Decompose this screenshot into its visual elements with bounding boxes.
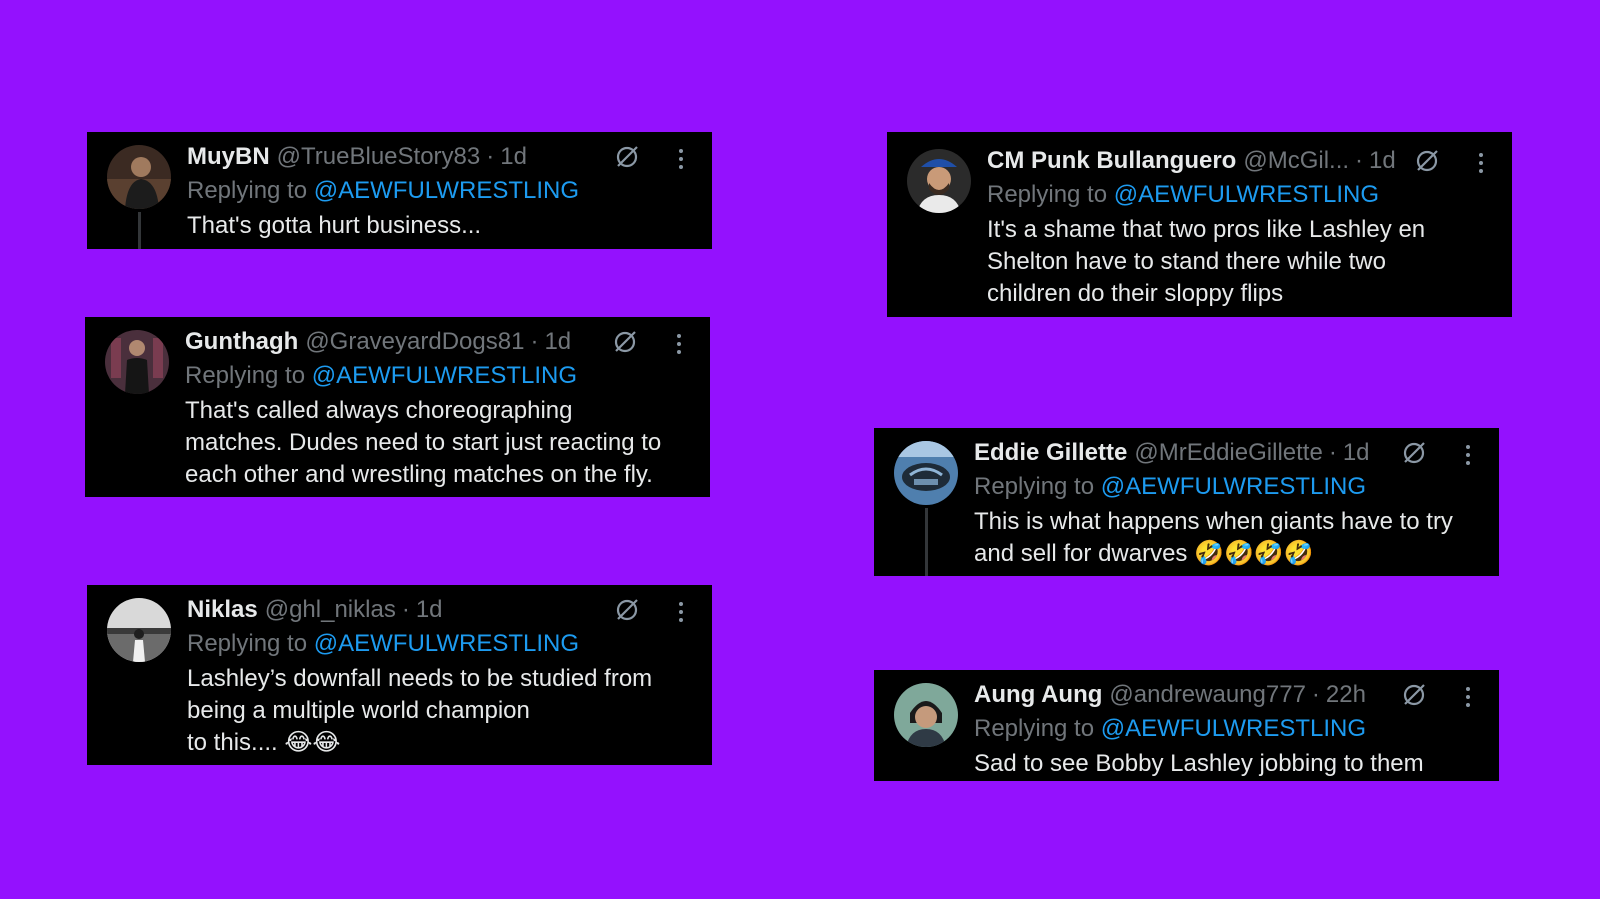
display-name[interactable]: MuyBN (187, 142, 270, 172)
user-handle[interactable]: @ghl_niklas (265, 595, 396, 625)
timestamp[interactable]: 1d (416, 595, 443, 625)
timestamp[interactable]: 22h (1326, 680, 1366, 710)
replying-to-label: Replying to (974, 715, 1095, 742)
replying-to: Replying to @AEWFULWRESTLING (974, 714, 1479, 744)
timestamp[interactable]: 1d (1343, 438, 1370, 468)
reply-mention-link[interactable]: @AEWFULWRESTLING (1101, 715, 1366, 742)
replying-to: Replying to @AEWFULWRESTLING (187, 629, 692, 659)
user-handle[interactable]: @MrEddieGillette (1134, 438, 1322, 468)
grok-icon[interactable] (614, 597, 640, 623)
avatar[interactable] (107, 145, 171, 209)
more-options-icon[interactable] (676, 333, 682, 355)
separator-dot: · (486, 143, 495, 170)
tweet-card[interactable]: Aung Aung @andrewaung777 · 22h Replying … (874, 670, 1499, 781)
tweet-text: Sad to see Bobby Lashley jobbing to them (974, 750, 1424, 777)
separator-dot: · (1311, 681, 1320, 708)
replying-to: Replying to @AEWFULWRESTLING (185, 361, 690, 391)
reply-mention-link[interactable]: @AEWFULWRESTLING (1114, 181, 1379, 208)
grok-icon[interactable] (1414, 148, 1440, 174)
separator-dot: · (1355, 147, 1364, 174)
replying-to: Replying to @AEWFULWRESTLING (974, 472, 1479, 502)
user-handle[interactable]: @McGil... (1243, 146, 1349, 176)
grok-icon[interactable] (612, 329, 638, 355)
tweet-card[interactable]: Niklas @ghl_niklas · 1d Replying to @AEW… (87, 585, 712, 765)
separator-dot: · (1328, 439, 1337, 466)
timestamp[interactable]: 1d (1369, 146, 1396, 176)
tweet-text: That's gotta hurt business... (187, 212, 482, 239)
more-options-icon[interactable] (678, 148, 684, 170)
avatar[interactable] (107, 598, 171, 662)
avatar[interactable] (894, 441, 958, 505)
grok-icon[interactable] (1401, 440, 1427, 466)
replying-to: Replying to @AEWFULWRESTLING (987, 180, 1492, 210)
user-handle[interactable]: @andrewaung777 (1109, 680, 1306, 710)
timestamp[interactable]: 1d (500, 142, 527, 172)
replying-to-label: Replying to (187, 177, 308, 204)
display-name[interactable]: Niklas (187, 595, 258, 625)
display-name[interactable]: Gunthagh (185, 327, 298, 357)
separator-dot: · (401, 596, 410, 623)
more-options-icon[interactable] (1465, 444, 1471, 466)
more-options-icon[interactable] (1465, 686, 1471, 708)
display-name[interactable]: CM Punk Bullanguero (987, 146, 1236, 176)
replying-to: Replying to @AEWFULWRESTLING (187, 176, 692, 206)
tweet-card[interactable]: Gunthagh @GraveyardDogs81 · 1d Replying … (85, 317, 710, 497)
more-options-icon[interactable] (1478, 152, 1484, 174)
replying-to-label: Replying to (185, 362, 306, 389)
thread-line (138, 212, 141, 249)
tweet-card[interactable]: MuyBN @TrueBlueStory83 · 1d Replying to … (87, 132, 712, 249)
user-handle[interactable]: @TrueBlueStory83 (277, 142, 481, 172)
separator-dot: · (530, 328, 539, 355)
tweet-text: That's called always choreographing matc… (185, 397, 662, 488)
replying-to-label: Replying to (187, 630, 308, 657)
user-handle[interactable]: @GraveyardDogs81 (305, 327, 524, 357)
tweet-card[interactable]: Eddie Gillette @MrEddieGillette · 1d Rep… (874, 428, 1499, 576)
reply-mention-link[interactable]: @AEWFULWRESTLING (312, 362, 577, 389)
thread-line (925, 508, 928, 576)
replying-to-label: Replying to (974, 473, 1095, 500)
grok-icon[interactable] (1401, 682, 1427, 708)
reply-mention-link[interactable]: @AEWFULWRESTLING (1101, 473, 1366, 500)
display-name[interactable]: Aung Aung (974, 680, 1102, 710)
avatar[interactable] (894, 683, 958, 747)
grok-icon[interactable] (614, 144, 640, 170)
tweet-text: Lashley’s downfall needs to be studied f… (187, 665, 653, 756)
avatar[interactable] (105, 330, 169, 394)
tweet-text: It's a shame that two pros like Lashley … (987, 216, 1426, 307)
display-name[interactable]: Eddie Gillette (974, 438, 1127, 468)
reply-mention-link[interactable]: @AEWFULWRESTLING (314, 630, 579, 657)
more-options-icon[interactable] (678, 601, 684, 623)
tweet-text: This is what happens when giants have to… (974, 508, 1453, 567)
replying-to-label: Replying to (987, 181, 1108, 208)
tweet-card[interactable]: CM Punk Bullanguero @McGil... · 1d Reply… (887, 132, 1512, 317)
avatar[interactable] (907, 149, 971, 213)
reply-mention-link[interactable]: @AEWFULWRESTLING (314, 177, 579, 204)
timestamp[interactable]: 1d (544, 327, 571, 357)
